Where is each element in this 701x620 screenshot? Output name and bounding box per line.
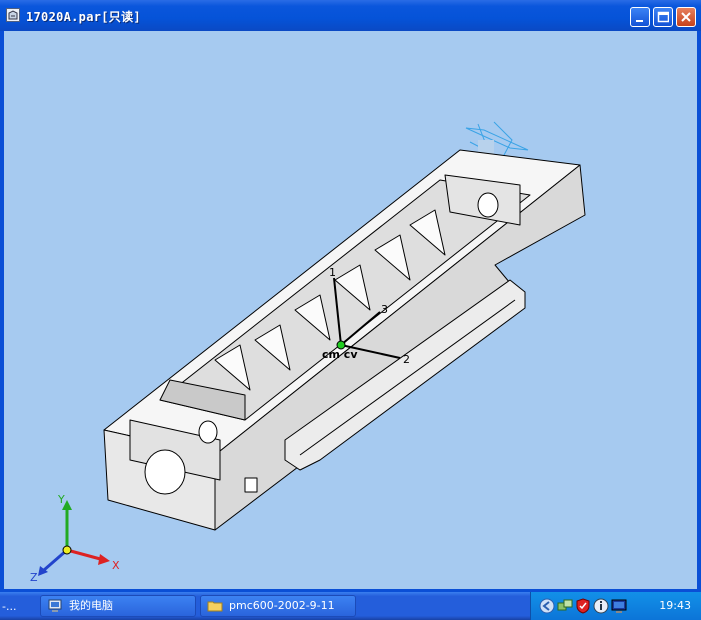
- maximize-button[interactable]: [653, 7, 673, 27]
- view-triad[interactable]: Y X Z: [30, 493, 120, 584]
- window-title: 17020A.par[只读]: [26, 10, 141, 24]
- application-window: 17020A.par[只读] 1 2 3 cm cv Y X Z: [0, 0, 701, 592]
- back-arrow-icon[interactable]: [539, 598, 555, 614]
- taskbar: -... 我的电脑 pmc600-2002-9-11 19:43: [0, 592, 701, 620]
- 3d-viewport[interactable]: 1 2 3 cm cv Y X Z: [4, 31, 697, 589]
- machine-bed-model[interactable]: [103, 149, 586, 531]
- axis-3-label: 3: [381, 303, 388, 316]
- monitor-icon[interactable]: [611, 598, 627, 614]
- system-tray: 19:43: [530, 592, 701, 620]
- taskbar-button-my-computer[interactable]: 我的电脑: [40, 595, 196, 617]
- minimize-icon: [636, 20, 643, 22]
- title-bar[interactable]: 17020A.par[只读]: [0, 0, 701, 31]
- folder-icon: [207, 601, 223, 612]
- computer-icon: [48, 599, 62, 612]
- info-icon[interactable]: [593, 598, 609, 614]
- triad-x-label: X: [112, 559, 120, 572]
- shield-icon[interactable]: [575, 598, 591, 614]
- network-icon[interactable]: [557, 598, 573, 614]
- maximize-icon: [657, 11, 669, 23]
- axis-1-label: 1: [329, 266, 336, 279]
- close-icon: [681, 12, 691, 22]
- origin-label: cm cv: [322, 348, 358, 361]
- taskbar-button-label: pmc600-2002-9-11: [229, 599, 335, 612]
- clock[interactable]: 19:43: [659, 599, 691, 612]
- part-model-drawing: 1 2 3 cm cv Y X Z: [30, 121, 586, 584]
- taskbar-left-stub[interactable]: -...: [0, 596, 38, 618]
- taskbar-button-label: 我的电脑: [69, 599, 113, 612]
- taskbar-button-folder[interactable]: pmc600-2002-9-11: [200, 595, 356, 617]
- axis-2-label: 2: [403, 353, 410, 366]
- solid-edge-part-icon[interactable]: [6, 8, 20, 22]
- minimize-button[interactable]: [630, 7, 650, 27]
- triad-z-label: Z: [30, 571, 38, 584]
- close-button[interactable]: [676, 7, 696, 27]
- window-frame-right: [697, 31, 701, 592]
- triad-y-label: Y: [57, 493, 65, 506]
